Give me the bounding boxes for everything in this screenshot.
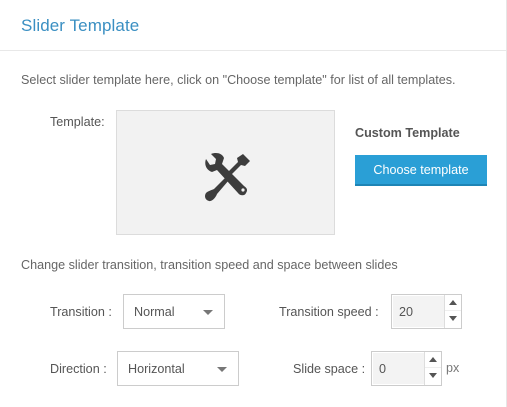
- slider-template-panel: Slider Template Select slider template h…: [0, 0, 507, 407]
- tools-icon: [205, 153, 250, 202]
- direction-value: Horizontal: [128, 362, 185, 376]
- transition-instructions: Change slider transition, transition spe…: [21, 258, 398, 272]
- transition-label: Transition :: [50, 305, 112, 319]
- transition-speed-stepper[interactable]: 20: [391, 294, 462, 329]
- panel-title: Slider Template: [21, 16, 140, 35]
- spin-up-icon[interactable]: [425, 352, 441, 368]
- chevron-down-icon: [203, 310, 213, 315]
- template-label: Template:: [50, 115, 105, 129]
- slide-space-stepper[interactable]: 0: [371, 351, 442, 386]
- slide-space-label: Slide space :: [293, 362, 366, 376]
- slide-space-value: 0: [379, 362, 387, 376]
- template-instructions: Select slider template here, click on "C…: [21, 73, 456, 87]
- template-preview[interactable]: [116, 110, 335, 235]
- transition-speed-label: Transition speed :: [279, 305, 379, 319]
- transition-speed-value: 20: [399, 305, 414, 319]
- transition-select[interactable]: Normal: [123, 294, 225, 329]
- spin-down-icon[interactable]: [445, 311, 461, 327]
- direction-label: Direction :: [50, 362, 107, 376]
- chevron-down-icon: [217, 367, 227, 372]
- choose-template-button[interactable]: Choose template: [355, 155, 487, 186]
- spin-down-icon[interactable]: [425, 368, 441, 384]
- panel-header: Slider Template: [0, 0, 506, 51]
- transition-value: Normal: [134, 305, 175, 319]
- slide-space-unit: px: [446, 361, 460, 375]
- direction-select[interactable]: Horizontal: [117, 351, 239, 386]
- custom-template-label: Custom Template: [355, 126, 460, 140]
- spin-up-icon[interactable]: [445, 295, 461, 311]
